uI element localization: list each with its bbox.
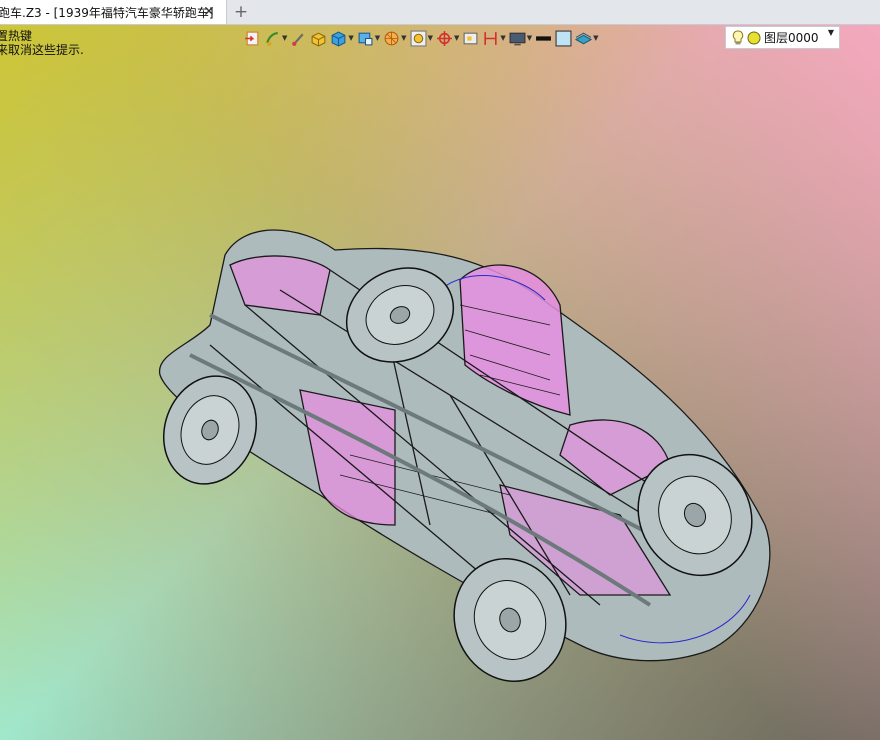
- solid-box-button[interactable]: [310, 27, 327, 49]
- color-swatch-icon: [555, 30, 572, 46]
- chevron-down-icon[interactable]: ▼: [527, 34, 532, 42]
- lightbulb-icon[interactable]: [732, 29, 744, 46]
- car-model[interactable]: [150, 195, 790, 695]
- monitor-icon: [509, 32, 526, 45]
- layers-button[interactable]: ▼: [575, 27, 599, 49]
- document-tab[interactable]: 跑车.Z3 - [1939年福特汽车豪华轿跑车] ✕: [0, 0, 227, 24]
- line-style-icon: [536, 35, 552, 41]
- view-cube-icon: [358, 32, 373, 45]
- paint-icon: [266, 31, 278, 46]
- crosshair-icon: [437, 30, 452, 46]
- chevron-down-icon[interactable]: ▼: [500, 34, 505, 42]
- layer-color-icon: [747, 31, 761, 44]
- hint-line-1: 置热键: [0, 29, 33, 43]
- layers-icon: [575, 32, 593, 44]
- paint-button[interactable]: ▼: [264, 27, 287, 49]
- chevron-down-icon[interactable]: ▼: [428, 34, 433, 42]
- hint-text: 置热键 来取消这些提示.: [0, 29, 84, 57]
- import-icon: [245, 31, 259, 45]
- sphere-icon: [384, 31, 399, 45]
- line-style-button[interactable]: [535, 27, 552, 49]
- tab-bar: 跑车.Z3 - [1939年福特汽车豪华轿跑车] ✕ +: [0, 0, 880, 25]
- pink-panel-left: [299, 389, 396, 526]
- sphere-button[interactable]: ▼: [383, 27, 407, 49]
- 3d-viewport[interactable]: 置热键 来取消这些提示. ▼ ▼ ▼ ▼ ▼ ▼ ▼ ▼ ▼ 图层0000 ▼: [0, 25, 880, 740]
- brush-icon: [292, 33, 304, 46]
- brush-button[interactable]: [290, 27, 307, 49]
- cube-button[interactable]: ▼: [330, 27, 354, 49]
- chevron-down-icon[interactable]: ▼: [375, 34, 380, 42]
- chevron-down-icon[interactable]: ▼: [454, 34, 459, 42]
- chevron-down-icon[interactable]: ▼: [593, 34, 598, 42]
- tab-title[interactable]: 跑车.Z3 - [1939年福特汽车豪华轿跑车]: [0, 4, 214, 21]
- plus-icon[interactable]: +: [232, 2, 250, 22]
- monitor-button[interactable]: ▼: [509, 27, 532, 49]
- frame-button[interactable]: [462, 27, 479, 49]
- close-icon[interactable]: ✕: [201, 4, 217, 20]
- zoom-fit-icon: [410, 30, 427, 46]
- import-button[interactable]: [244, 27, 261, 49]
- frame-icon: [463, 32, 478, 44]
- chevron-down-icon[interactable]: ▼: [401, 34, 406, 42]
- chevron-down-icon[interactable]: ▼: [282, 34, 287, 42]
- cube-icon: [331, 31, 346, 47]
- zoom-fit-button[interactable]: ▼: [410, 27, 433, 49]
- view-toolbar: ▼ ▼ ▼ ▼ ▼ ▼ ▼ ▼ ▼: [244, 27, 602, 49]
- dimension-icon: [484, 31, 497, 45]
- hint-line-2: 来取消这些提示.: [0, 43, 84, 57]
- color-swatch-button[interactable]: [555, 27, 572, 49]
- layer-name: 图层0000: [764, 31, 819, 45]
- chevron-down-icon[interactable]: ▼: [828, 28, 834, 37]
- dimension-button[interactable]: ▼: [482, 27, 506, 49]
- solid-box-icon: [311, 32, 326, 47]
- layer-selector[interactable]: 图层0000 ▼: [725, 26, 840, 49]
- chevron-down-icon[interactable]: ▼: [348, 34, 353, 42]
- view-cube-button[interactable]: ▼: [357, 27, 380, 49]
- crosshair-button[interactable]: ▼: [436, 27, 459, 49]
